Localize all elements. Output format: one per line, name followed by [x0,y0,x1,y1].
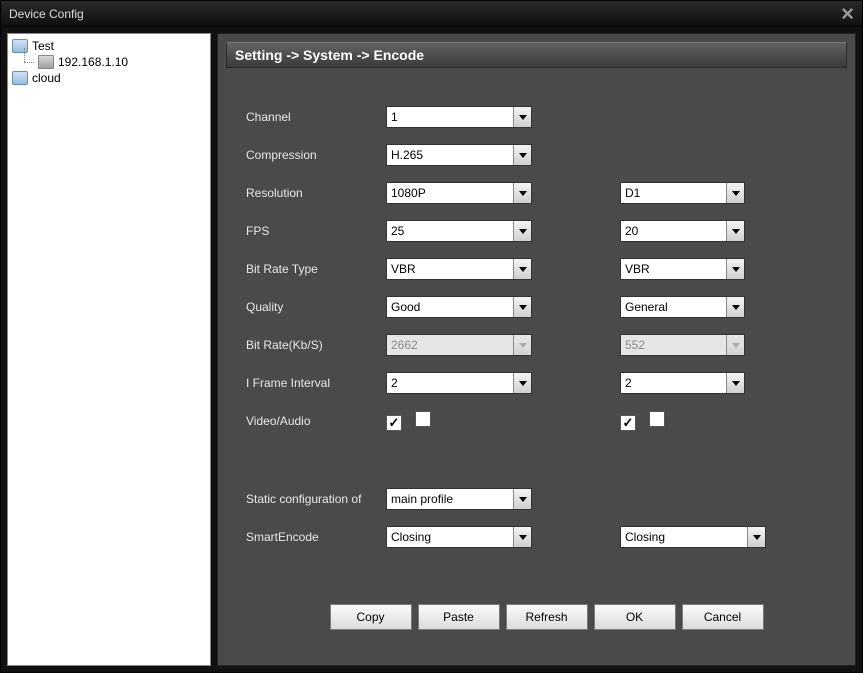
label-compression: Compression [246,148,386,162]
select-value: VBR [625,262,650,276]
button-row: Copy Paste Refresh OK Cancel [246,604,847,630]
select-value: General [625,300,668,314]
tree-root-test[interactable]: Test [10,38,208,54]
channel-select[interactable]: 1 [386,106,532,128]
audio-main-checkbox[interactable] [415,411,431,427]
chevron-down-icon [513,297,531,317]
chevron-down-icon [513,183,531,203]
tree-label: 192.168.1.10 [58,55,128,69]
chevron-down-icon [513,335,531,355]
select-value: 2 [625,376,632,390]
fps-main-select[interactable]: 25 [386,220,532,242]
label-resolution: Resolution [246,186,386,200]
label-iframe: I Frame Interval [246,376,386,390]
chevron-down-icon [747,527,765,547]
encode-form: Channel 1 Compression H.265 [222,70,851,659]
label-channel: Channel [246,110,386,124]
tree-device[interactable]: 192.168.1.10 [10,54,208,70]
close-icon[interactable]: × [841,4,854,24]
chevron-down-icon [726,221,744,241]
resolution-main-select[interactable]: 1080P [386,182,532,204]
device-icon [38,55,54,69]
bitratetype-main-select[interactable]: VBR [386,258,532,280]
audio-sub-checkbox[interactable] [649,411,665,427]
bitrate-main-select: 2662 [386,334,532,356]
quality-main-select[interactable]: Good [386,296,532,318]
iframe-sub-select[interactable]: 2 [620,372,745,394]
select-value: Closing [625,530,665,544]
chevron-down-icon [513,221,531,241]
select-value: Closing [391,530,431,544]
select-value: VBR [391,262,416,276]
select-value: 1 [391,110,398,124]
label-quality: Quality [246,300,386,314]
chevron-down-icon [513,489,531,509]
resolution-sub-select[interactable]: D1 [620,182,745,204]
label-smartencode: SmartEncode [246,530,386,544]
window-title: Device Config [9,7,841,21]
compression-select[interactable]: H.265 [386,144,532,166]
smartencode-main-select[interactable]: Closing [386,526,532,548]
chevron-down-icon [513,107,531,127]
bitrate-sub-select: 552 [620,334,745,356]
bitratetype-sub-select[interactable]: VBR [620,258,745,280]
video-main-checkbox[interactable] [386,415,402,431]
chevron-down-icon [513,373,531,393]
tree-label: Test [32,39,54,53]
chevron-down-icon [726,297,744,317]
device-config-window: Device Config × Test 192.168.1.10 cloud … [0,0,863,673]
cancel-button[interactable]: Cancel [682,604,764,630]
select-value: 2 [391,376,398,390]
paste-button[interactable]: Paste [418,604,500,630]
smartencode-sub-select[interactable]: Closing [620,526,766,548]
select-value: 2662 [391,338,418,352]
chevron-down-icon [726,259,744,279]
staticconf-select[interactable]: main profile [386,488,532,510]
fps-sub-select[interactable]: 20 [620,220,745,242]
window-body: Test 192.168.1.10 cloud Setting -> Syste… [1,27,862,672]
chevron-down-icon [726,373,744,393]
titlebar: Device Config × [1,1,862,27]
select-value: H.265 [391,148,423,162]
chevron-down-icon [726,335,744,355]
select-value: D1 [625,186,640,200]
tree-label: cloud [32,71,61,85]
refresh-button[interactable]: Refresh [506,604,588,630]
iframe-main-select[interactable]: 2 [386,372,532,394]
quality-sub-select[interactable]: General [620,296,745,318]
video-sub-checkbox[interactable] [620,415,636,431]
select-value: 25 [391,224,404,238]
label-bitratetype: Bit Rate Type [246,262,386,276]
chevron-down-icon [513,259,531,279]
ok-button[interactable]: OK [594,604,676,630]
select-value: 552 [625,338,645,352]
tree-root-cloud[interactable]: cloud [10,70,208,86]
select-value: 1080P [391,186,426,200]
chevron-down-icon [726,183,744,203]
chevron-down-icon [513,527,531,547]
label-videoaudio: Video/Audio [246,414,386,428]
device-tree[interactable]: Test 192.168.1.10 cloud [7,33,211,666]
label-fps: FPS [246,224,386,238]
breadcrumb: Setting -> System -> Encode [226,42,847,68]
label-staticconf: Static configuration of [246,492,386,506]
select-value: Good [391,300,420,314]
content-panel: Setting -> System -> Encode Channel 1 Co… [217,33,856,666]
label-bitrate: Bit Rate(Kb/S) [246,338,386,352]
copy-button[interactable]: Copy [330,604,412,630]
select-value: main profile [391,492,453,506]
folder-icon [12,71,28,85]
select-value: 20 [625,224,638,238]
chevron-down-icon [513,145,531,165]
